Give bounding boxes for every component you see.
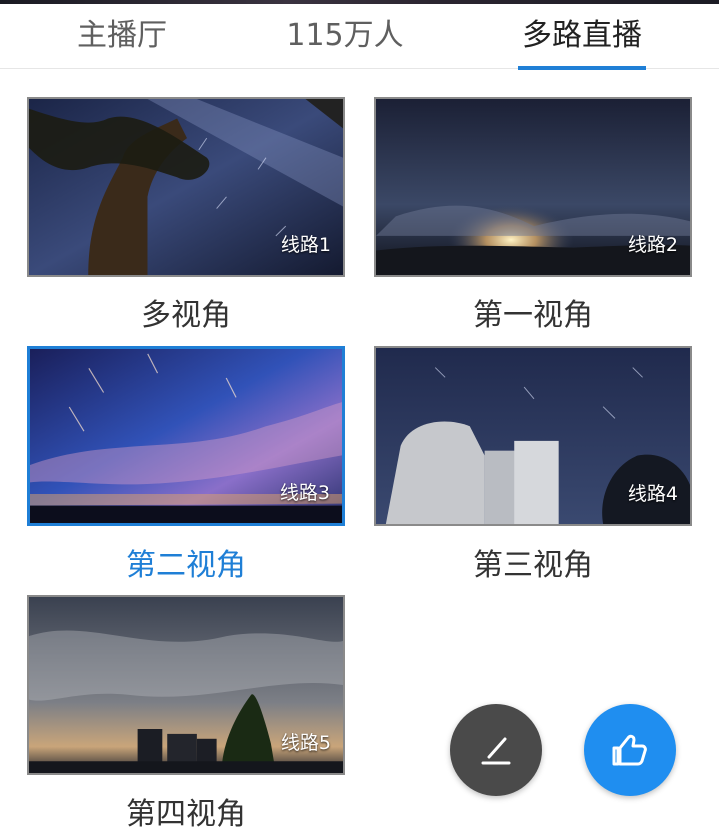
stream-card-2[interactable]: 线路2: [374, 97, 692, 277]
active-tab-indicator: [518, 66, 646, 70]
stream-card-4[interactable]: 线路4: [374, 346, 692, 526]
tab-host-hall[interactable]: 主播厅: [62, 4, 182, 68]
stream-card-5[interactable]: 线路5: [27, 595, 345, 775]
stream-card-1[interactable]: 线路1: [27, 97, 345, 277]
tab-viewer-count[interactable]: 115万人: [280, 4, 410, 68]
like-button[interactable]: [584, 704, 676, 796]
stream-line-label: 线路3: [279, 482, 330, 504]
stream-card-3[interactable]: 线路3: [27, 346, 345, 526]
edit-pencil-icon: [481, 737, 511, 765]
stream-caption-selected[interactable]: 第二视角: [27, 540, 345, 584]
stream-line-label: 线路5: [280, 732, 331, 754]
stream-line-label: 线路2: [627, 234, 678, 256]
stream-caption[interactable]: 第三视角: [374, 540, 692, 584]
stream-line-label: 线路1: [280, 234, 331, 256]
thumbs-up-icon: [612, 734, 647, 766]
tab-multi-stream[interactable]: 多路直播: [518, 4, 646, 68]
tab-bar: 主播厅 115万人 多路直播: [0, 4, 719, 70]
stream-caption[interactable]: 第四视角: [27, 789, 345, 833]
stream-caption[interactable]: 多视角: [27, 290, 345, 334]
comment-button[interactable]: [450, 704, 542, 796]
stream-caption[interactable]: 第一视角: [374, 290, 692, 334]
stream-line-label: 线路4: [627, 483, 678, 505]
